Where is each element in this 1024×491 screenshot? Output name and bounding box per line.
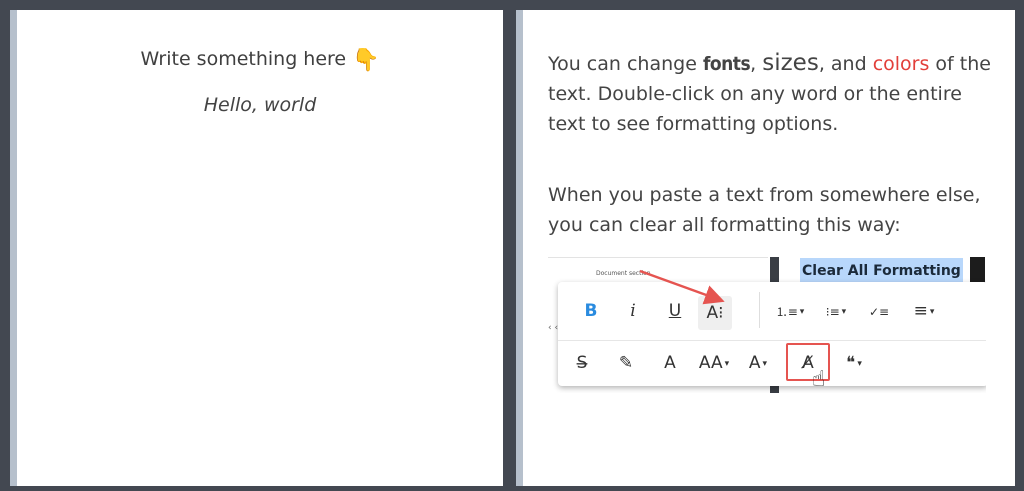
font-size-glyph: AA bbox=[698, 353, 723, 373]
selection-cursor bbox=[970, 257, 985, 283]
chevron-down-icon: ▾ bbox=[929, 307, 935, 317]
pointer-arrow-icon bbox=[639, 269, 725, 305]
text-color-icon: A bbox=[664, 353, 676, 373]
formatting-toolbar: B i U A⁝ ⒈≡ ▾ ⁝≡ ▾ ✓≡ ≡ ▾ S̶ ✎ A AA ▾ A ▾ A̸ … bbox=[558, 282, 986, 392]
bold-icon: B bbox=[584, 301, 598, 321]
word-colors: colors bbox=[872, 53, 930, 75]
checklist-icon: ✓≡ bbox=[864, 294, 894, 328]
prompt-text: Write something here 👇 bbox=[17, 48, 503, 73]
chevron-down-icon: ▾ bbox=[762, 359, 768, 369]
quote-glyph: ❝ bbox=[846, 353, 856, 373]
toolbar-separator bbox=[759, 292, 760, 328]
toolbar-screenshot: Document section ‹ ‹ Clear All Formattin… bbox=[548, 257, 986, 393]
instruction-paragraph-1: You can change fonts, sizes, and colors … bbox=[548, 48, 997, 139]
ordered-list-glyph: ⒈≡ bbox=[775, 305, 798, 319]
quote-icon: ❝ ▾ bbox=[834, 346, 874, 380]
highlighter-icon: ✎ bbox=[618, 353, 634, 373]
align-glyph: ≡ bbox=[913, 301, 928, 321]
pointing-down-icon: 👇 bbox=[352, 48, 380, 73]
word-fonts: fonts bbox=[702, 53, 751, 75]
word-sizes: sizes bbox=[762, 50, 819, 76]
chevron-down-icon: ▾ bbox=[857, 359, 862, 369]
instructions-panel: You can change fonts, sizes, and colors … bbox=[516, 10, 1015, 486]
bullet-list-glyph: ⁝≡ bbox=[825, 305, 840, 319]
toolbar-row-divider bbox=[558, 340, 986, 341]
editor-panel-left[interactable]: Write something here 👇 Hello, world bbox=[10, 10, 503, 486]
font-family-icon: A ▾ bbox=[742, 346, 774, 380]
ordered-list-icon: ⒈≡ ▾ bbox=[770, 294, 810, 328]
sample-text[interactable]: Hello, world bbox=[17, 94, 503, 116]
para1-text-2: , bbox=[750, 53, 763, 75]
hand-cursor-icon: ☝ bbox=[812, 367, 826, 392]
instruction-paragraph-2: When you paste a text from somewhere els… bbox=[548, 184, 981, 236]
strikethrough-icon: S̶ bbox=[576, 353, 588, 373]
font-size-icon: AA ▾ bbox=[694, 346, 734, 380]
font-family-glyph: A bbox=[748, 353, 761, 373]
prompt-label: Write something here bbox=[140, 48, 347, 70]
chevron-down-icon: ▾ bbox=[799, 307, 805, 317]
left-fragment: ‹ ‹ bbox=[548, 323, 559, 333]
para1-text-3: , and bbox=[818, 53, 873, 75]
bullet-list-icon: ⁝≡ ▾ bbox=[816, 294, 856, 328]
para1-text-1: You can change bbox=[548, 53, 703, 75]
checklist-glyph: ✓≡ bbox=[868, 305, 890, 319]
clear-formatting-label: Clear All Formatting bbox=[800, 258, 963, 284]
align-icon: ≡ ▾ bbox=[904, 294, 944, 328]
chevron-down-icon: ▾ bbox=[841, 307, 847, 317]
chevron-down-icon: ▾ bbox=[724, 359, 730, 369]
